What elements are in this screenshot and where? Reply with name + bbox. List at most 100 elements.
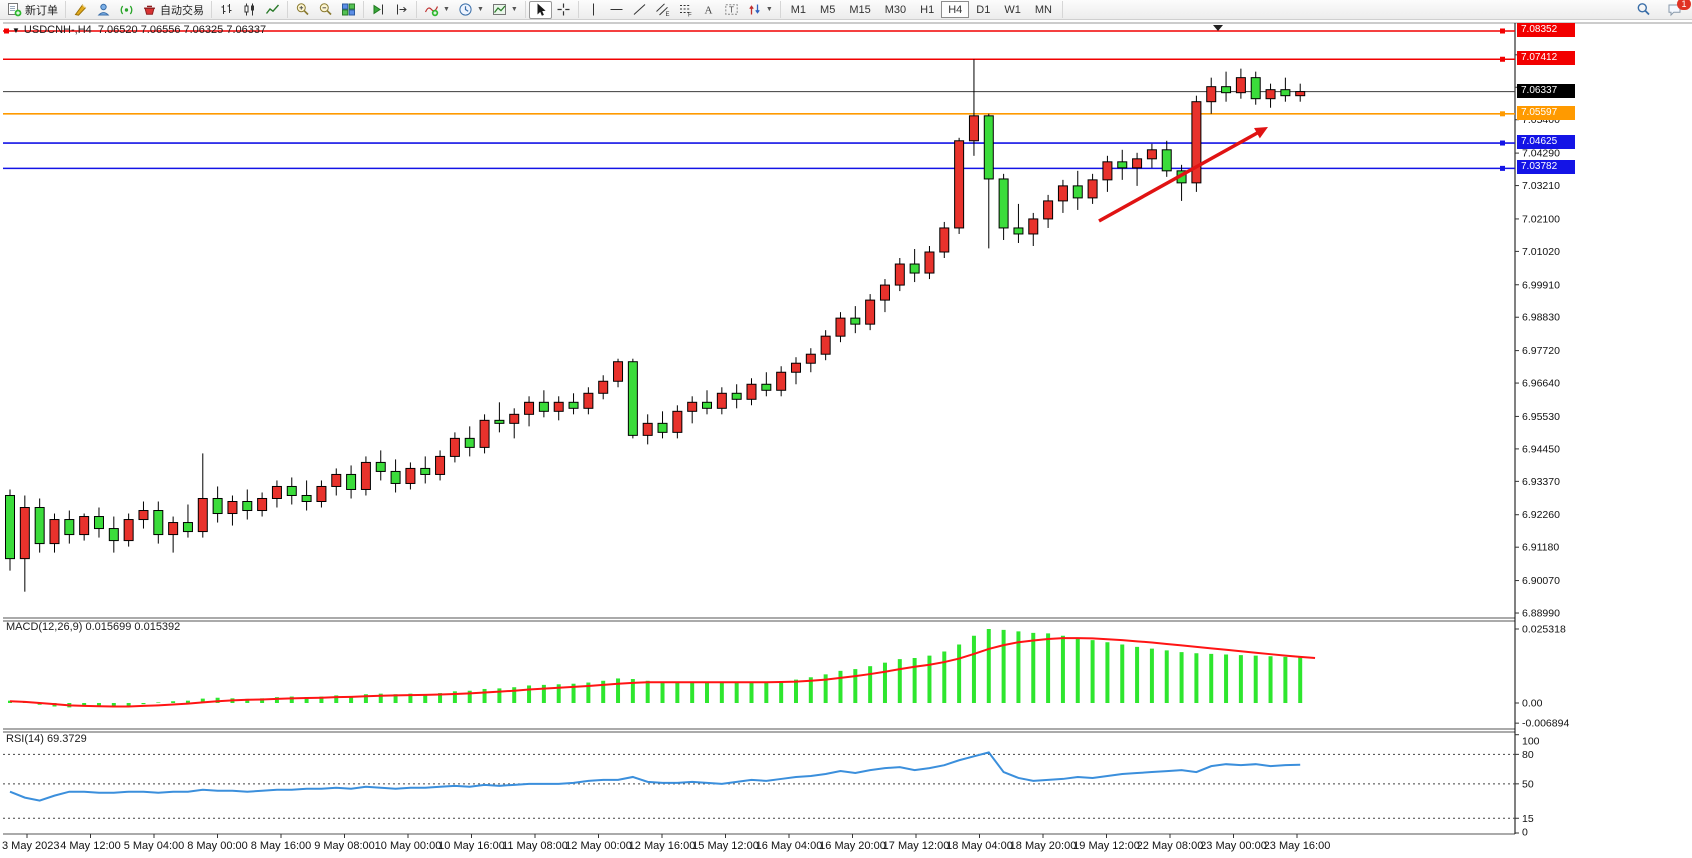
- chart-shift-icon: [394, 2, 409, 17]
- candle: [1222, 87, 1231, 93]
- candle: [569, 402, 578, 408]
- candle: [836, 318, 845, 336]
- timeframe-button-w1[interactable]: W1: [997, 1, 1028, 18]
- chart-shift-button[interactable]: [390, 1, 413, 19]
- timeframe-button-m15[interactable]: M15: [842, 1, 877, 18]
- timeframe-button-mn[interactable]: MN: [1028, 1, 1059, 18]
- rsi-indicator-label: RSI(14) 69.3729: [6, 733, 87, 745]
- line-marker: [1500, 141, 1505, 146]
- candle: [806, 354, 815, 363]
- fibonacci-button[interactable]: F: [674, 1, 697, 19]
- channel-icon: E: [655, 2, 670, 17]
- zoom-out-button[interactable]: [314, 1, 337, 19]
- candle: [169, 523, 178, 535]
- chevron-down-icon[interactable]: ▼: [477, 6, 484, 13]
- zoom-out-icon: [318, 2, 333, 17]
- candle: [1088, 180, 1097, 198]
- text-label-button[interactable]: T: [720, 1, 743, 19]
- timeframe-button-d1[interactable]: D1: [969, 1, 997, 18]
- candle: [6, 495, 15, 558]
- candle: [614, 362, 623, 382]
- search-icon: [1636, 2, 1651, 17]
- timeframe-button-h1[interactable]: H1: [913, 1, 941, 18]
- candle: [658, 423, 667, 432]
- line-chart-button[interactable]: [261, 1, 284, 19]
- zoom-in-button[interactable]: [291, 1, 314, 19]
- candle: [183, 523, 192, 532]
- candle: [109, 529, 118, 541]
- symbol-title: ▼ USDCNH-,H4 7.06520 7.06556 7.06325 7.0…: [12, 24, 266, 36]
- candle: [777, 372, 786, 390]
- time-axis-label: 12 May 00:00: [565, 840, 632, 852]
- rsi-axis-label: 50: [1522, 778, 1534, 790]
- metaeditor-button[interactable]: [69, 1, 92, 19]
- candle: [406, 468, 415, 483]
- autotrading-icon: [142, 2, 157, 17]
- candle: [1058, 186, 1067, 201]
- text-icon: A: [701, 2, 716, 17]
- chart-window[interactable]: 7.075607.064807.054007.042907.032107.021…: [0, 19, 1692, 857]
- candlestick-button[interactable]: [238, 1, 261, 19]
- channel-button[interactable]: E: [651, 1, 674, 19]
- timeframe-button-h4[interactable]: H4: [941, 1, 969, 18]
- zoom-in-icon: [295, 2, 310, 17]
- tile-windows-button[interactable]: [337, 1, 360, 19]
- candle: [480, 420, 489, 447]
- bar-chart-icon: [219, 2, 234, 17]
- timeframe-button-m30[interactable]: M30: [878, 1, 913, 18]
- community-button[interactable]: [92, 1, 115, 19]
- price-badge: 7.08352: [1517, 23, 1575, 37]
- candle: [510, 414, 519, 423]
- timeframe-button-m5[interactable]: M5: [813, 1, 842, 18]
- auto-scroll-icon: [371, 2, 386, 17]
- notification-badge: 1: [1677, 0, 1691, 10]
- toolbar-group-scroll: [364, 1, 417, 18]
- signals-button[interactable]: [115, 1, 138, 19]
- crosshair-button[interactable]: [552, 1, 575, 19]
- vertical-line-button[interactable]: [582, 1, 605, 19]
- text-button[interactable]: A: [697, 1, 720, 19]
- toolbar-group-orders: 新订单: [0, 1, 66, 18]
- candle: [851, 318, 860, 324]
- time-axis-label: 16 May 20:00: [819, 840, 886, 852]
- chevron-down-icon[interactable]: ▼: [511, 6, 518, 13]
- trendline-button[interactable]: [628, 1, 651, 19]
- horizontal-line-button[interactable]: [605, 1, 628, 19]
- bar-chart-button[interactable]: [215, 1, 238, 19]
- candle: [791, 363, 800, 372]
- text-label-icon: T: [724, 2, 739, 17]
- candlestick-icon: [242, 2, 257, 17]
- indicators-icon: [424, 2, 439, 17]
- candle: [1281, 90, 1290, 96]
- new-order-button[interactable]: 新订单: [3, 1, 62, 19]
- crosshair-icon: [556, 2, 571, 17]
- time-axis-label: 8 May 00:00: [187, 840, 248, 852]
- candle: [1162, 150, 1171, 171]
- cursor-button[interactable]: [529, 1, 552, 19]
- candle: [332, 474, 341, 486]
- arrows-button[interactable]: ▼: [743, 1, 777, 19]
- periods-button[interactable]: ▼: [454, 1, 488, 19]
- chevron-down-icon[interactable]: ▼: [766, 6, 773, 13]
- chevron-down-icon[interactable]: ▼: [443, 6, 450, 13]
- indicators-button[interactable]: ▼: [420, 1, 454, 19]
- chart-plot-area[interactable]: [3, 23, 1515, 834]
- search-button[interactable]: [1632, 1, 1655, 19]
- templates-button[interactable]: ▼: [488, 1, 522, 19]
- price-badge: 7.03782: [1517, 160, 1575, 174]
- price-tick-label: 6.90070: [1522, 575, 1560, 587]
- candle: [866, 300, 875, 324]
- autotrading-button[interactable]: 自动交易: [138, 1, 208, 19]
- chat-button[interactable]: 1: [1663, 1, 1686, 19]
- candle: [1207, 87, 1216, 102]
- symbol-dropdown-icon[interactable]: ▼: [12, 26, 20, 35]
- timeframe-button-m1[interactable]: M1: [784, 1, 813, 18]
- candle: [1192, 102, 1201, 183]
- rsi-axis-label: 100: [1522, 736, 1540, 748]
- time-axis-label: 10 May 00:00: [375, 840, 442, 852]
- price-tick-label: 6.92260: [1522, 509, 1560, 521]
- candle: [1266, 90, 1275, 99]
- auto-scroll-button[interactable]: [367, 1, 390, 19]
- price-tick-label: 6.91180: [1522, 542, 1559, 554]
- chart-canvas[interactable]: 7.075607.064807.054007.042907.032107.021…: [0, 20, 1692, 858]
